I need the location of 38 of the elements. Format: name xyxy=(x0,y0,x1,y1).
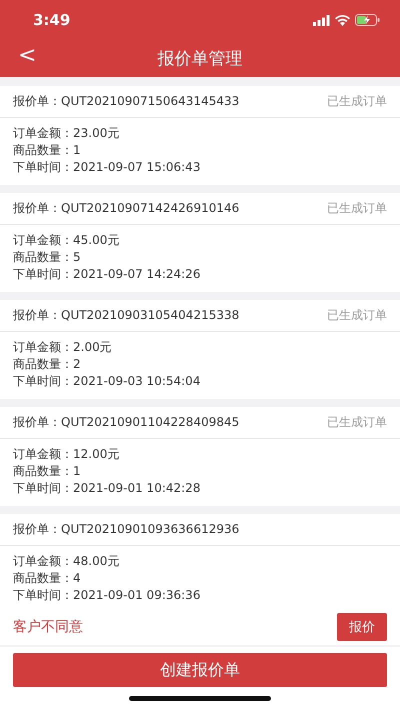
quote-number: 报价单：QUT20210901093636612936 xyxy=(13,521,240,538)
back-button[interactable]: < xyxy=(12,43,42,68)
quote-detail: 商品数量：1 xyxy=(13,463,82,480)
quote-detail: 商品数量：4 xyxy=(13,570,82,587)
quote-detail: 商品数量：1 xyxy=(13,142,82,159)
order-status: 已生成订单 xyxy=(327,93,387,110)
quote-number: 报价单：QUT20210907142426910146 xyxy=(13,200,240,217)
quote-number: 报价单：QUT20210901104228409845 xyxy=(13,414,240,431)
quote-card[interactable]: 报价单：QUT20210907150643145433 已生成订单 订单金额：23.00元 商品数量：1 下单时间：2021-09-07 15:06:43 xyxy=(0,86,400,185)
quote-detail: 商品数量：2 xyxy=(13,356,82,373)
quote-detail: 下单时间：2021-09-07 14:24:26 xyxy=(13,266,202,283)
create-quote-button[interactable]: 创建报价单 xyxy=(13,653,387,687)
quote-card[interactable]: 报价单：QUT20210901093636612936 订单金额：48.00元 商品数量：4 下单时间：2021-09-01 09:36:36 客户不同意 报价 xyxy=(0,514,400,645)
quote-button[interactable]: 报价 xyxy=(337,613,387,641)
order-status: 已生成订单 xyxy=(327,307,387,324)
battery-icon xyxy=(355,14,380,26)
signal-icon xyxy=(313,14,330,26)
page-title: 报价单管理 xyxy=(158,48,242,70)
quote-card[interactable]: 报价单：QUT20210907142426910146 已生成订单 订单金额：45.00元 商品数量：5 下单时间：2021-09-07 14:24:26 xyxy=(0,193,400,292)
quote-detail: 订单金额：48.00元 xyxy=(13,553,120,570)
quote-detail: 下单时间：2021-09-03 10:54:04 xyxy=(13,373,202,390)
quote-card[interactable]: 报价单：QUT20210901104228409845 已生成订单 订单金额：12.00元 商品数量：1 下单时间：2021-09-01 10:42:28 xyxy=(0,407,400,506)
order-status: 已生成订单 xyxy=(327,200,387,217)
quote-detail: 下单时间：2021-09-01 09:36:36 xyxy=(13,587,202,604)
quote-number: 报价单：QUT20210903105404215338 xyxy=(13,307,240,324)
quote-detail: 商品数量：5 xyxy=(13,249,82,266)
order-status: 已生成订单 xyxy=(327,414,387,431)
wifi-icon xyxy=(335,14,350,26)
quote-card[interactable]: 报价单：QUT20210903105404215338 已生成订单 订单金额：2.00元 商品数量：2 下单时间：2021-09-03 10:54:04 xyxy=(0,300,400,399)
quote-number: 报价单：QUT20210907150643145433 xyxy=(13,93,240,110)
status-time: 3:49 xyxy=(33,11,70,29)
quote-detail: 订单金额：2.00元 xyxy=(13,339,113,356)
quote-detail: 下单时间：2021-09-07 15:06:43 xyxy=(13,159,202,176)
quote-detail: 订单金额：45.00元 xyxy=(13,232,120,249)
customer-status: 客户不同意 xyxy=(13,618,83,636)
quote-detail: 订单金额：12.00元 xyxy=(13,446,120,463)
quote-detail: 订单金额：23.00元 xyxy=(13,125,120,142)
quote-detail: 下单时间：2021-09-01 10:42:28 xyxy=(13,480,202,497)
